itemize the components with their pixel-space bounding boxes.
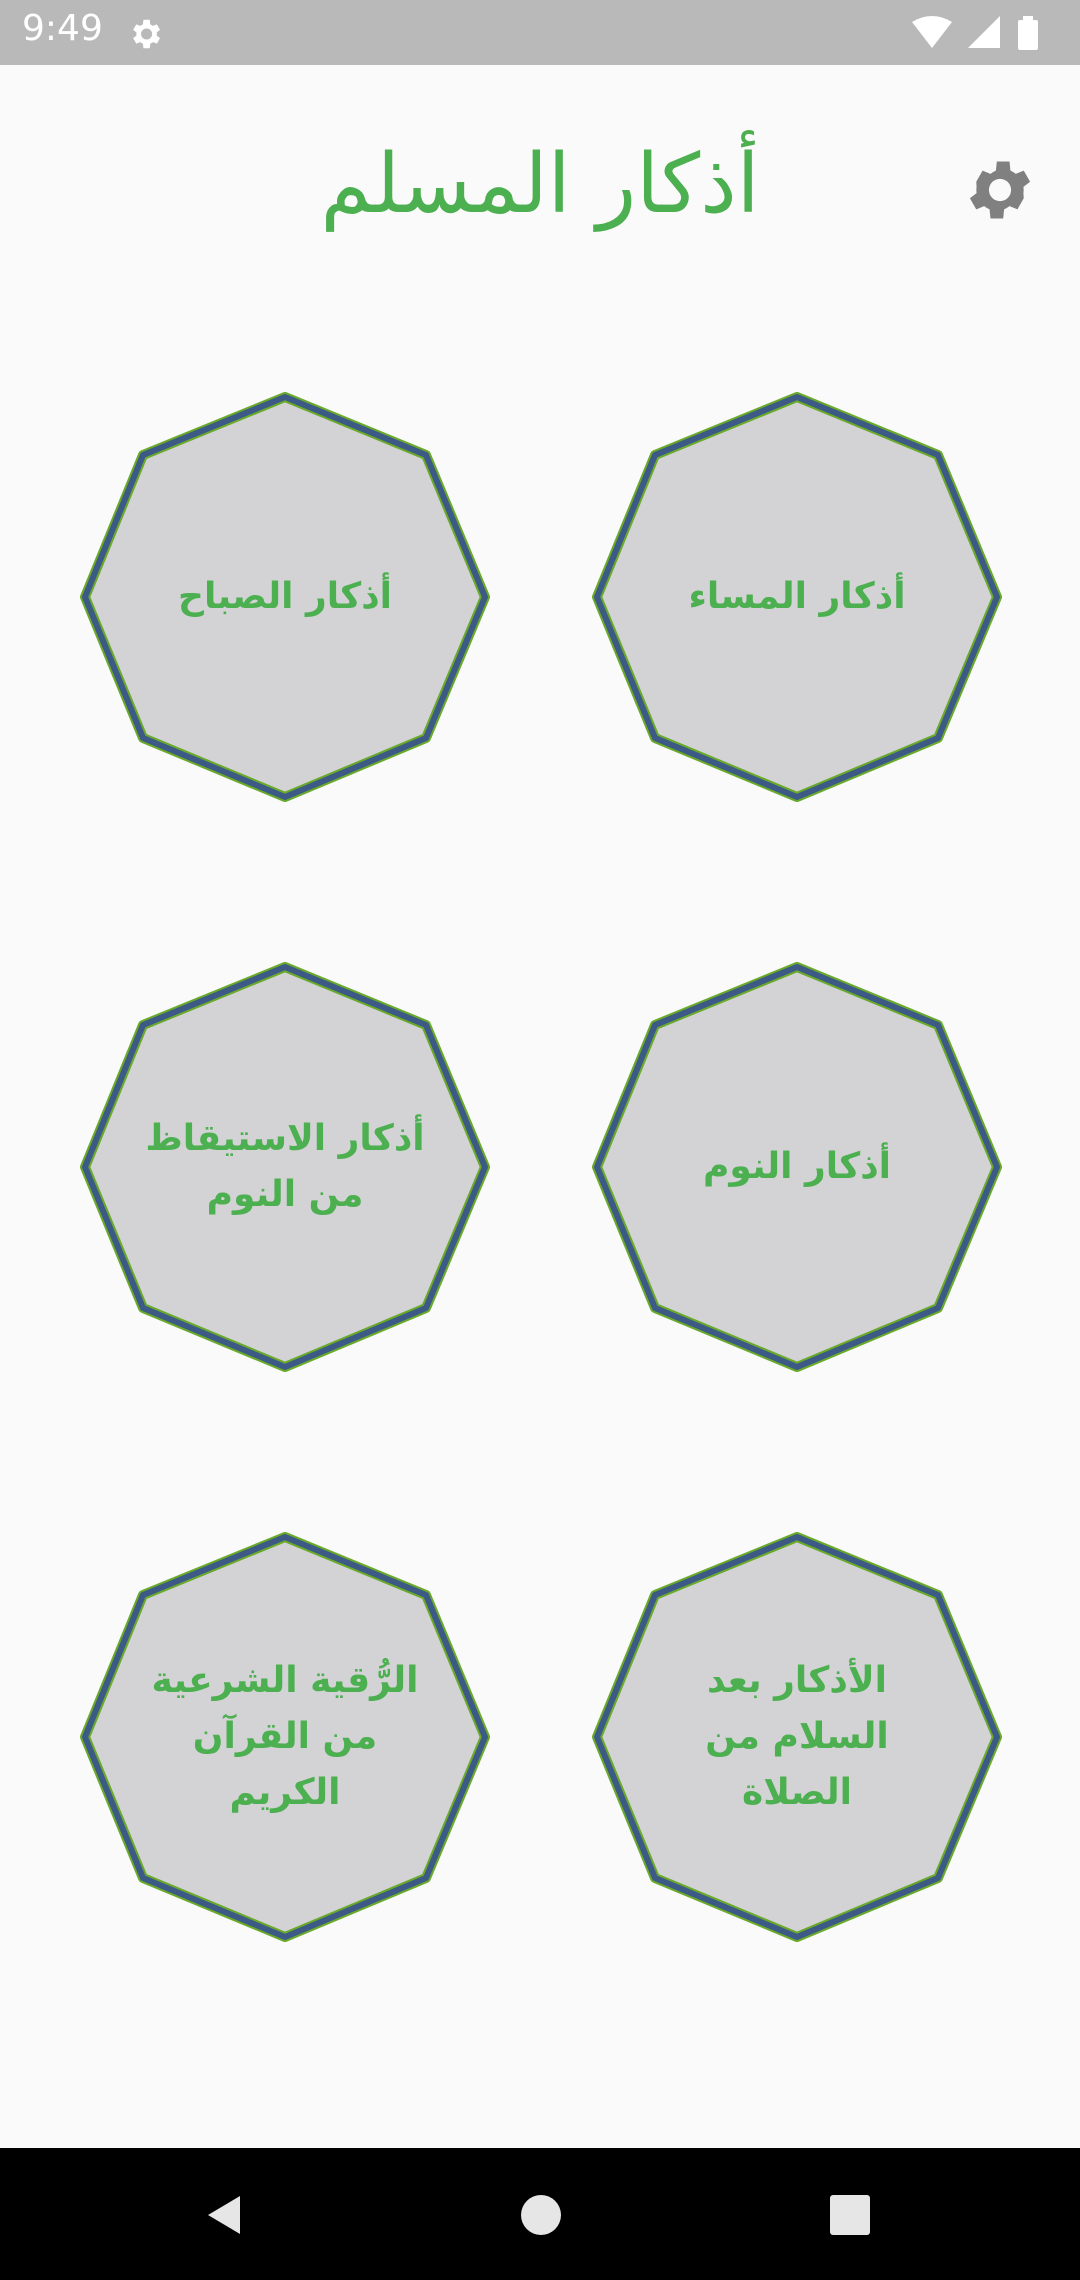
status-bar: 9:49: [0, 0, 1080, 65]
signal-icon: [968, 16, 1000, 48]
tile-label: أذكار النوم: [702, 1146, 892, 1187]
status-time: 9:49: [22, 8, 103, 49]
tile-label: أذكار المساء: [688, 576, 906, 617]
tile-sleep-adhkar[interactable]: أذكار النوم: [592, 962, 1002, 1372]
settings-status-icon: [133, 19, 161, 49]
tile-label: أذكار الصباح: [178, 576, 393, 617]
app-title: أذكار المسلم: [320, 137, 760, 232]
tile-morning-adhkar[interactable]: أذكار الصباح: [80, 392, 490, 802]
navigation-bar: [0, 2148, 1080, 2280]
home-icon[interactable]: [516, 2190, 566, 2240]
tile-label: أذكار الاستيقاظ من النوم: [145, 1118, 425, 1215]
tile-waking-adhkar[interactable]: أذكار الاستيقاظ من النوم: [80, 962, 490, 1372]
gear-icon[interactable]: [962, 152, 1038, 228]
tile-label: الرُّقية الشرعية من القرآن الكريم: [151, 1660, 419, 1813]
battery-icon: [1018, 20, 1038, 50]
wifi-icon: [912, 16, 952, 48]
recents-icon[interactable]: [828, 2193, 872, 2237]
tile-label: الأذكار بعد السلام من الصلاة: [705, 1660, 889, 1813]
tile-after-prayer-adhkar[interactable]: الأذكار بعد السلام من الصلاة: [592, 1532, 1002, 1942]
status-icons: [912, 16, 1038, 50]
tile-evening-adhkar[interactable]: أذكار المساء: [592, 392, 1002, 802]
tile-ruqyah[interactable]: الرُّقية الشرعية من القرآن الكريم: [80, 1532, 490, 1942]
back-icon[interactable]: [200, 2190, 250, 2240]
